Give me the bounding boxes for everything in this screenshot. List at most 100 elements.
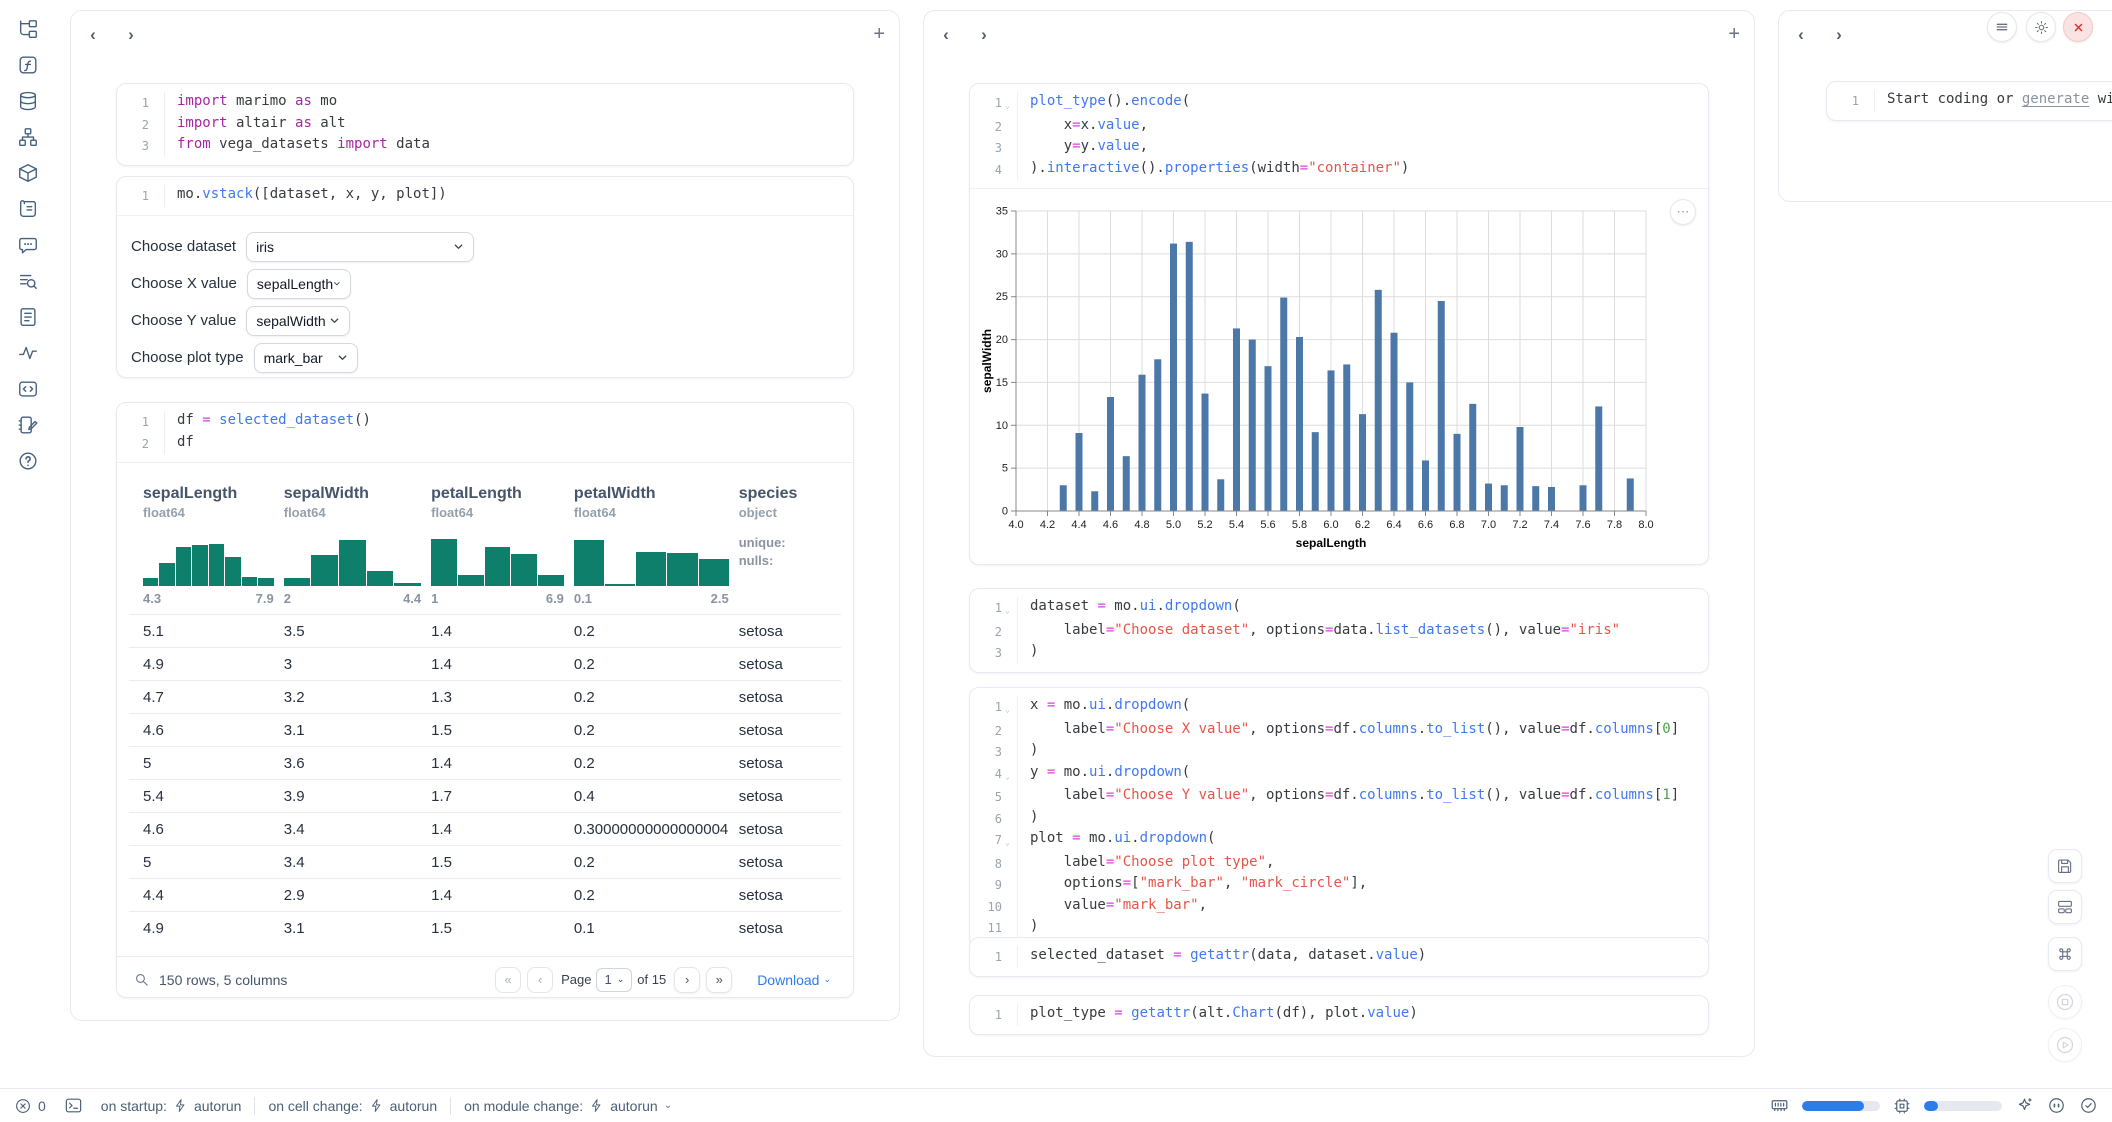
- add-cell-button[interactable]: +: [1728, 23, 1740, 46]
- next-page-button[interactable]: ›: [674, 967, 700, 993]
- cell-empty: 1 Start coding or generate with AI: [1826, 81, 2112, 121]
- search-icon[interactable]: [133, 971, 150, 988]
- svg-text:5.2: 5.2: [1197, 519, 1212, 531]
- chevron-right-icon[interactable]: ›: [1829, 25, 1849, 45]
- svg-text:10: 10: [996, 420, 1008, 432]
- chevron-down-icon: ⌄: [617, 974, 625, 985]
- add-cell-button[interactable]: +: [873, 23, 885, 46]
- code-editor[interactable]: 1plot_type = getattr(alt.Chart(df), plot…: [970, 996, 1708, 1034]
- table-row: 4.63.11.50.2setosa: [129, 714, 841, 747]
- lightning-icon: [589, 1098, 604, 1113]
- logs-icon[interactable]: [17, 270, 39, 292]
- dropdown-select[interactable]: mark_bar: [254, 343, 358, 373]
- documentation-icon[interactable]: [17, 306, 39, 328]
- code-editor[interactable]: 1⌄plot_type().encode(2 x=x.value,3 y=y.v…: [970, 84, 1708, 188]
- gear-icon: [2033, 19, 2050, 36]
- file-tree-icon[interactable]: [17, 18, 39, 40]
- dependencies-icon[interactable]: [17, 126, 39, 148]
- code-editor[interactable]: 1df = selected_dataset()2df: [117, 403, 853, 462]
- chevron-left-icon[interactable]: ‹: [1791, 25, 1811, 45]
- help-icon[interactable]: [17, 450, 39, 472]
- scratchpad-icon[interactable]: [17, 198, 39, 220]
- ai-sparkles-icon[interactable]: [2015, 1096, 2034, 1115]
- dropdown-form-output: Choose datasetiris Choose X value sepalLen…: [117, 215, 853, 379]
- dropdown-label: Choose Y value: [131, 312, 236, 329]
- placeholder-text: with AI: [2089, 91, 2112, 107]
- column-header: petalLengthfloat6416.9: [431, 475, 574, 615]
- chevron-down-icon: [333, 278, 341, 289]
- form-row: Choose Y value sepalWidth: [131, 306, 839, 336]
- functions-icon[interactable]: [17, 54, 39, 76]
- code-editor[interactable]: 1selected_dataset = getattr(data, datase…: [970, 938, 1708, 976]
- svg-text:25: 25: [996, 291, 1008, 303]
- generate-with-ai-link[interactable]: generate: [2022, 91, 2089, 107]
- close-icon: [2071, 20, 2086, 35]
- code-editor[interactable]: 1 Start coding or generate with AI: [1827, 82, 2112, 120]
- table-row: 4.93.11.50.1setosa: [129, 912, 841, 945]
- notebook-icon[interactable]: [17, 414, 39, 436]
- chart-actions-button[interactable]: ⋯: [1670, 199, 1696, 225]
- copilot-icon[interactable]: [2047, 1096, 2066, 1115]
- svg-text:5.8: 5.8: [1292, 519, 1307, 531]
- table-row: 4.73.21.30.2setosa: [129, 681, 841, 714]
- code-editor[interactable]: 1⌄dataset = mo.ui.dropdown(2 label="Choo…: [970, 589, 1708, 672]
- column-header: sepalWidthfloat6424.4: [284, 475, 431, 615]
- shutdown-button[interactable]: [2063, 12, 2093, 42]
- cell-vstack: 1mo.vstack([dataset, x, y, plot]) Choose…: [116, 176, 854, 378]
- chevron-left-icon[interactable]: ‹: [936, 25, 956, 45]
- on-cell-change-setting[interactable]: on cell change: autorun: [268, 1098, 437, 1114]
- table-footer: 150 rows, 5 columns « ‹ Page 1 ⌄ of 15 ›…: [117, 956, 853, 998]
- code-editor[interactable]: 1import marimo as mo2import altair as al…: [117, 84, 853, 165]
- last-page-button[interactable]: »: [706, 967, 732, 993]
- save-icon: [2056, 857, 2074, 875]
- column-header: sepalLengthfloat644.37.9: [129, 475, 284, 615]
- on-module-change-setting[interactable]: on module change: autorun ⌄: [464, 1098, 672, 1114]
- shortcuts-button[interactable]: [2048, 937, 2082, 971]
- dropdown-label: Choose X value: [131, 275, 237, 292]
- form-row: Choose plot typemark_bar: [131, 343, 839, 373]
- column-histogram: [284, 534, 421, 586]
- terminal-icon[interactable]: [64, 1096, 83, 1115]
- form-row: Choose datasetiris: [131, 232, 839, 262]
- code-editor[interactable]: 1⌄x = mo.ui.dropdown(2 label="Choose X v…: [970, 688, 1708, 947]
- page-label: Page: [561, 972, 591, 987]
- menu-button[interactable]: [1987, 12, 2017, 42]
- chat-icon[interactable]: [17, 234, 39, 256]
- code-editor[interactable]: 1mo.vstack([dataset, x, y, plot]): [117, 177, 853, 215]
- error-count-icon[interactable]: [14, 1097, 32, 1115]
- play-icon: [2055, 1035, 2075, 1055]
- chevron-right-icon[interactable]: ›: [121, 25, 141, 45]
- chevron-down-icon: [453, 241, 464, 252]
- svg-text:4.4: 4.4: [1071, 519, 1086, 531]
- table-row: 4.931.40.2setosa: [129, 648, 841, 681]
- snippets-icon[interactable]: [17, 378, 39, 400]
- table-row: 5.43.91.70.4setosa: [129, 780, 841, 813]
- save-button[interactable]: [2048, 849, 2082, 883]
- page-select[interactable]: 1 ⌄: [596, 968, 632, 992]
- chevron-left-icon[interactable]: ‹: [83, 25, 103, 45]
- on-startup-setting[interactable]: on startup: autorun: [101, 1098, 242, 1114]
- datasources-icon[interactable]: [17, 90, 39, 112]
- svg-text:6.0: 6.0: [1323, 519, 1338, 531]
- packages-icon[interactable]: [17, 162, 39, 184]
- tracing-icon[interactable]: [17, 342, 39, 364]
- svg-text:20: 20: [996, 334, 1008, 346]
- column-header: petalWidthfloat640.12.5: [574, 475, 739, 615]
- download-link[interactable]: Download ⌄: [757, 972, 831, 988]
- panel2-header: ‹ › +: [924, 11, 1754, 59]
- chevron-right-icon[interactable]: ›: [974, 25, 994, 45]
- svg-text:6.2: 6.2: [1355, 519, 1370, 531]
- settings-button[interactable]: [2026, 12, 2056, 42]
- prev-page-button[interactable]: ‹: [527, 967, 553, 993]
- run-button[interactable]: [2048, 1028, 2082, 1062]
- dropdown-select[interactable]: sepalLength: [247, 269, 351, 299]
- panel1-header: ‹ › +: [71, 11, 899, 59]
- dropdown-select[interactable]: sepalWidth: [246, 306, 350, 336]
- bar-chart[interactable]: 4.04.24.44.64.85.05.25.45.65.86.06.26.46…: [980, 201, 1698, 558]
- stop-button[interactable]: [2048, 985, 2082, 1019]
- dropdown-select[interactable]: iris: [246, 232, 474, 262]
- first-page-button[interactable]: «: [495, 967, 521, 993]
- layout-button[interactable]: [2048, 890, 2082, 924]
- dataframe-table: sepalLengthfloat644.37.9sepalWidthfloat6…: [129, 475, 841, 945]
- connection-status-icon[interactable]: [2079, 1096, 2098, 1115]
